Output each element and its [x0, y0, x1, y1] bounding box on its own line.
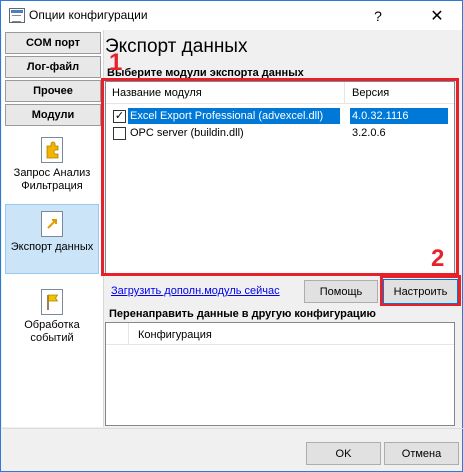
redirect-config-list[interactable]: Конфигурация: [105, 322, 455, 426]
annotation-callout-2: 2: [431, 245, 445, 272]
app-icon: [9, 8, 25, 23]
sidebar-item-data-export[interactable]: Экспорт данных: [5, 204, 99, 274]
column-divider[interactable]: [128, 323, 129, 345]
configure-button[interactable]: Настроить: [383, 279, 458, 304]
sidebar-item-label: Экспорт данных: [10, 241, 94, 253]
flag-doc-icon: [41, 289, 63, 315]
puzzle-doc-icon: [41, 137, 63, 163]
sidebar-tab-modules[interactable]: Модули: [5, 104, 101, 126]
annotation-box-1: [101, 78, 459, 276]
sidebar-item-query-analysis[interactable]: Запрос Анализ Фильтрация: [5, 137, 99, 201]
close-icon[interactable]: ✕: [415, 1, 459, 30]
window-title: Опции конфигурации: [29, 8, 148, 22]
options-dialog: Опции конфигурации ? ✕ COM порт Лог-файл…: [0, 0, 463, 472]
sidebar-tab-other[interactable]: Прочее: [5, 80, 101, 102]
annotation-callout-1: 1: [109, 49, 123, 76]
column-header-configuration[interactable]: Конфигурация: [138, 329, 212, 341]
cancel-button[interactable]: Отмена: [384, 442, 459, 465]
sidebar-item-event-handling[interactable]: Обработка событий: [5, 289, 99, 353]
redirect-label: Перенаправить данные в другую конфигурац…: [109, 308, 376, 320]
load-module-link[interactable]: Загрузить дополн.модуль сейчас: [111, 285, 280, 297]
list-header: Конфигурация: [106, 323, 454, 345]
sidebar-tab-log-file[interactable]: Лог-файл: [5, 56, 101, 78]
sidebar: COM порт Лог-файл Прочее Модули Запрос А…: [2, 30, 104, 427]
page-title: Экспорт данных: [105, 36, 248, 57]
help-button[interactable]: Помощь: [304, 280, 378, 303]
help-icon[interactable]: ?: [356, 1, 400, 30]
ok-button[interactable]: OK: [306, 442, 381, 465]
sidebar-item-label: Обработка событий: [24, 319, 80, 344]
sidebar-item-label: Запрос Анализ Фильтрация: [13, 167, 91, 192]
title-bar: Опции конфигурации ? ✕: [1, 1, 462, 30]
export-doc-icon: [41, 211, 63, 237]
sidebar-tab-com-port[interactable]: COM порт: [5, 32, 101, 54]
footer-divider: [2, 428, 463, 429]
